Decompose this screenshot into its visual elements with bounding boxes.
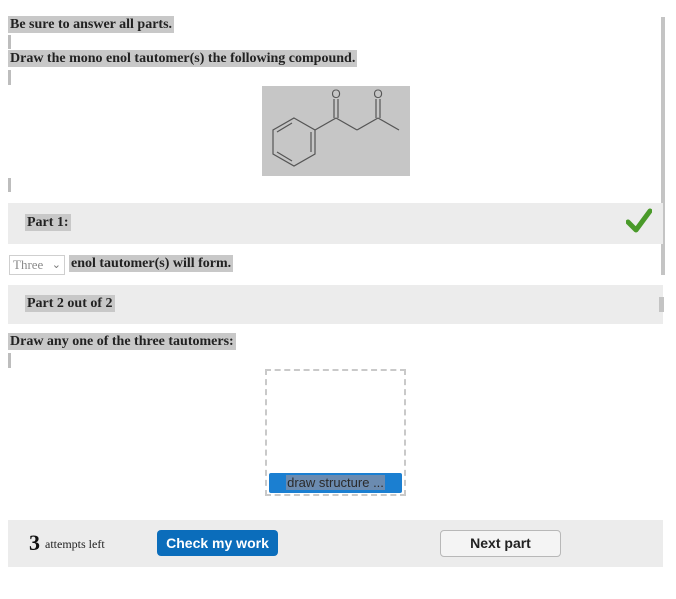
part2-title: Part 2 out of 2 [25, 295, 115, 312]
part1-header: Part 1: [8, 203, 663, 244]
instructions-text: Be sure to answer all parts. [8, 16, 175, 33]
compound-structure-image: O O [262, 86, 410, 176]
part1-title: Part 1: [25, 214, 71, 231]
part2-header: Part 2 out of 2 [8, 285, 663, 324]
select-value: Three [13, 257, 44, 272]
checkmark-icon [625, 208, 653, 239]
text-caret [8, 178, 11, 192]
text-caret [8, 70, 11, 85]
oxygen-label: O [331, 87, 340, 101]
tautomer-count-select[interactable]: Three ⌄ [9, 255, 65, 275]
compound-structure-icon: O O [272, 87, 400, 167]
footer-bar: 3 attempts left Check my work Next part [8, 520, 663, 567]
attempts-label: attempts left [45, 537, 105, 551]
question-text: Draw the mono enol tautomer(s) the follo… [8, 50, 358, 67]
part1-sentence: enol tautomer(s) will form. [69, 255, 234, 272]
attempts-count: 3 [29, 530, 40, 555]
scroll-marker [659, 297, 664, 312]
chevron-down-icon: ⌄ [51, 259, 61, 271]
text-caret [8, 35, 11, 49]
next-part-button[interactable]: Next part [440, 530, 561, 557]
part2-prompt: Draw any one of the three tautomers: [8, 333, 236, 350]
check-my-work-button[interactable]: Check my work [157, 530, 278, 556]
text-caret [8, 353, 11, 368]
draw-structure-button[interactable]: draw structure ... [269, 473, 402, 493]
oxygen-label: O [373, 87, 382, 101]
